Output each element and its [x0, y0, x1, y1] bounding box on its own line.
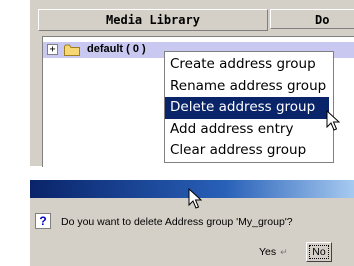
- no-button[interactable]: No: [306, 242, 332, 262]
- menu-item-rename-group[interactable]: Rename address group: [165, 76, 333, 98]
- yes-hotkey-icon: ↵: [280, 247, 288, 257]
- context-menu: Create address group Rename address grou…: [164, 51, 334, 163]
- menu-item-add-entry[interactable]: Add address entry: [165, 119, 333, 141]
- yes-button-label: Yes: [259, 246, 277, 258]
- menu-item-clear-group[interactable]: Clear address group: [165, 140, 333, 162]
- dialog-message: Do you want to delete Address group 'My_…: [61, 216, 293, 228]
- folder-icon: [64, 44, 80, 56]
- tree-node-label: default ( 0 ): [87, 43, 146, 55]
- menu-item-create-group[interactable]: Create address group: [165, 54, 333, 76]
- tab-media-library[interactable]: Media Library: [38, 9, 268, 31]
- expand-plus-icon[interactable]: +: [47, 44, 58, 55]
- library-tab-bar: Media Library Do: [38, 9, 354, 31]
- tab-second[interactable]: Do: [270, 9, 354, 29]
- mouse-cursor-icon: [188, 188, 202, 209]
- yes-button[interactable]: Yes ↵: [252, 242, 294, 262]
- menu-item-delete-group[interactable]: Delete address group: [165, 97, 329, 119]
- mouse-cursor-icon: [326, 110, 340, 131]
- question-icon: ?: [35, 213, 51, 229]
